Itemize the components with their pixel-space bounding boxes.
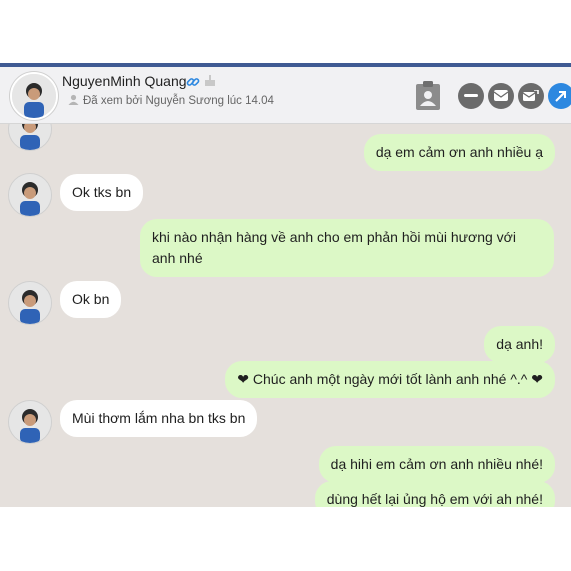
incoming-message[interactable]: Ok tks bn [60,174,144,211]
contact-avatar[interactable] [8,173,52,217]
verified-link-icon [186,75,200,94]
minimize-icon[interactable] [458,83,484,109]
message-list[interactable]: dạ em cảm ơn anh nhiều ạ Ok tks bn khi n… [0,63,571,507]
share-icon[interactable] [548,83,571,109]
contact-name[interactable]: NguyenMinh Quang [62,73,187,89]
incoming-message[interactable]: Mùi thơm lắm nha bn tks bn [60,400,258,437]
cake-icon [203,73,217,92]
outgoing-message[interactable]: ❤ Chúc anh một ngày mới tốt lành anh nhé… [225,361,555,398]
outgoing-message[interactable]: dạ anh! [484,326,555,363]
contact-avatar[interactable] [8,281,52,325]
seen-status: Đã xem bởi Nguyễn Sương lúc 14.04 [68,94,274,108]
add-to-chat-icon[interactable] [518,83,544,109]
incoming-message[interactable]: Ok bn [60,281,122,318]
outgoing-message[interactable]: dạ hihi em cảm ơn anh nhiều nhé! [318,446,555,483]
header-avatar[interactable] [10,72,58,120]
outgoing-message[interactable]: dạ em cảm ơn anh nhiều ạ [363,134,555,171]
contact-avatar[interactable] [8,400,52,444]
outgoing-message[interactable]: khi nào nhận hàng về anh cho em phản hồi… [140,219,554,277]
clipboard-user-icon[interactable] [415,81,441,116]
chat-window: dạ em cảm ơn anh nhiều ạ Ok tks bn khi n… [0,63,571,507]
chat-header: NguyenMinh Quang Đã xem bởi Nguyễn Sương… [0,67,571,124]
user-icon [68,94,79,108]
seen-text: Đã xem bởi Nguyễn Sương lúc 14.04 [83,95,274,107]
outgoing-message[interactable]: dùng hết lại ủng hộ em với ah nhé! [314,481,555,507]
chat-bubbles-icon[interactable] [488,83,514,109]
